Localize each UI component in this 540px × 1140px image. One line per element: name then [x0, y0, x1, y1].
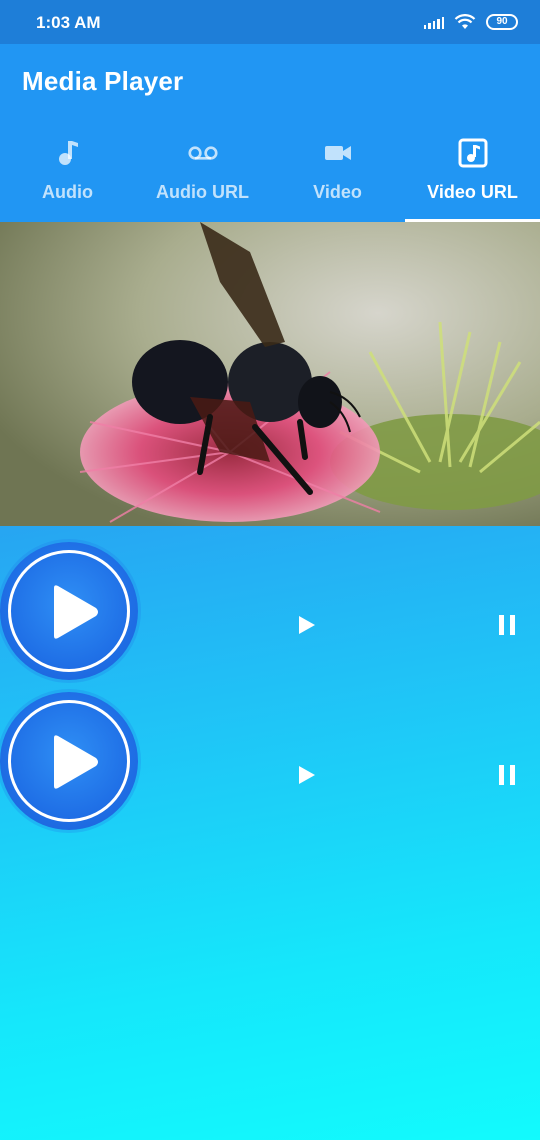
status-icons: 90 [423, 12, 518, 32]
video-frame-image [0, 222, 540, 526]
tab-audio[interactable]: Audio [0, 128, 135, 222]
wifi-icon [454, 14, 476, 29]
tab-video-url-label: Video URL [427, 182, 518, 202]
music-note-icon [53, 138, 83, 168]
tab-video-url[interactable]: Video URL [405, 128, 540, 222]
pause-icon[interactable] [492, 760, 522, 790]
video-view[interactable] [0, 222, 540, 526]
voicemail-icon [187, 138, 218, 168]
play-circle-icon[interactable] [0, 692, 138, 830]
tab-audio-url-label: Audio URL [156, 182, 249, 202]
music-box-icon [458, 138, 488, 168]
app-bar: Media Player Audio Audio URL Video Video… [0, 44, 540, 222]
play-icon[interactable] [292, 760, 322, 790]
player-row [0, 692, 540, 832]
status-time: 1:03 AM [36, 13, 101, 32]
pause-icon[interactable] [492, 610, 522, 640]
tab-audio-label: Audio [42, 182, 93, 202]
battery-icon: 90 [486, 14, 518, 30]
player-list [0, 526, 540, 1140]
tab-video-label: Video [313, 182, 362, 202]
play-triangle-icon [54, 585, 98, 639]
tab-bar: Audio Audio URL Video Video URL [0, 128, 540, 222]
play-icon[interactable] [292, 610, 322, 640]
player-row [0, 542, 540, 682]
play-triangle-icon [54, 735, 98, 789]
videocam-icon [323, 138, 353, 168]
signal-icon [423, 15, 444, 29]
app-title: Media Player [22, 66, 184, 96]
status-bar: 1:03 AM 90 [0, 0, 540, 44]
battery-level: 90 [496, 16, 508, 27]
tab-audio-url[interactable]: Audio URL [135, 128, 270, 222]
tab-video[interactable]: Video [270, 128, 405, 222]
play-circle-icon[interactable] [0, 542, 138, 680]
